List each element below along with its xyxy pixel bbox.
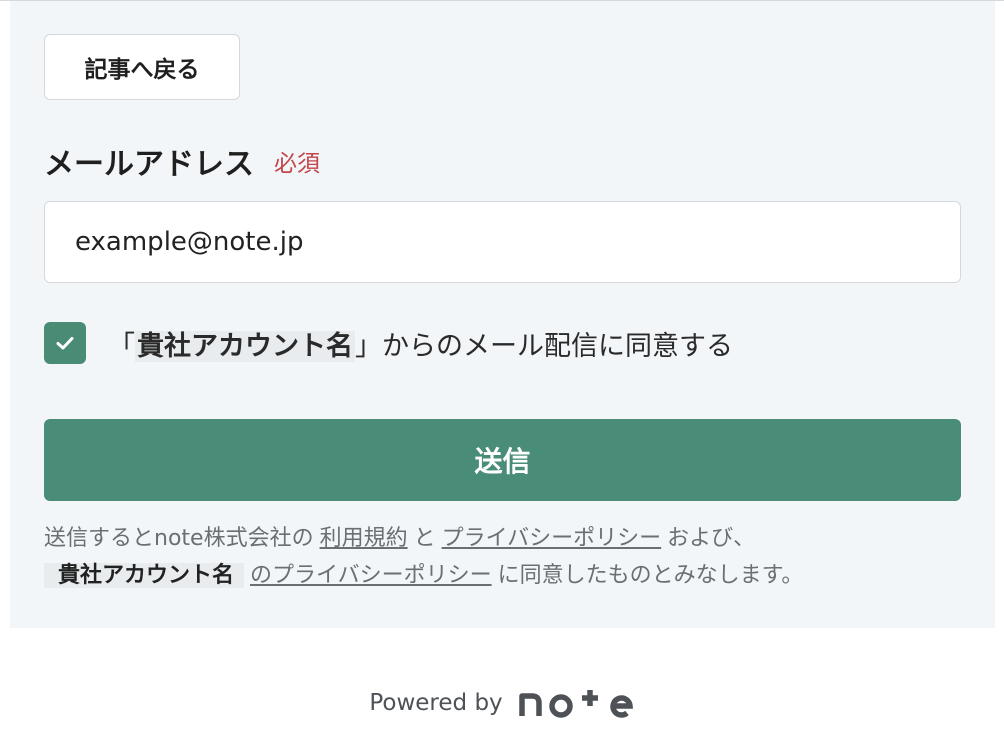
email-field-label: メールアドレス 必須 (44, 140, 320, 182)
consent-label: からのメール配信に同意する (382, 330, 733, 362)
consent-close-bracket: 」 (355, 330, 382, 362)
back-button-label: 記事へ戻る (84, 57, 200, 83)
consent-open-bracket: 「 (108, 330, 135, 362)
note-logo[interactable]: note (518, 686, 635, 720)
check-icon (56, 337, 74, 350)
privacy-policy-link[interactable]: プライバシーポリシー (442, 526, 662, 551)
consent-text: 「貴社アカウント名」からのメール配信に同意する (108, 324, 733, 363)
legal-and-also: および、 (667, 526, 756, 551)
consent-row: 「貴社アカウント名」からのメール配信に同意する (44, 322, 733, 364)
legal-prefix: 送信するとnote株式会社の (44, 526, 314, 551)
powered-by-footer: Powered by note (0, 676, 1004, 730)
powered-by-text: Powered by (369, 690, 503, 716)
submit-button[interactable]: 送信 (44, 419, 961, 501)
account-privacy-policy-link[interactable]: のプライバシーポリシー (250, 563, 492, 588)
terms-link[interactable]: 利用規約 (320, 526, 408, 551)
legal-suffix: に同意したものとみなします。 (497, 563, 804, 588)
submit-button-label: 送信 (474, 445, 531, 478)
back-to-article-button[interactable]: 記事へ戻る (44, 34, 240, 100)
legal-notice: 送信するとnote株式会社の 利用規約とプライバシーポリシー および、貴社アカウント… (44, 520, 964, 594)
email-input[interactable] (44, 201, 961, 283)
consent-checkbox[interactable] (44, 322, 86, 364)
legal-account-name: 貴社アカウント名 (44, 563, 245, 588)
email-label-text: メールアドレス (44, 147, 254, 182)
consent-account-name: 貴社アカウント名 (135, 330, 355, 362)
legal-and: と (413, 526, 436, 551)
required-badge: 必須 (274, 151, 320, 177)
